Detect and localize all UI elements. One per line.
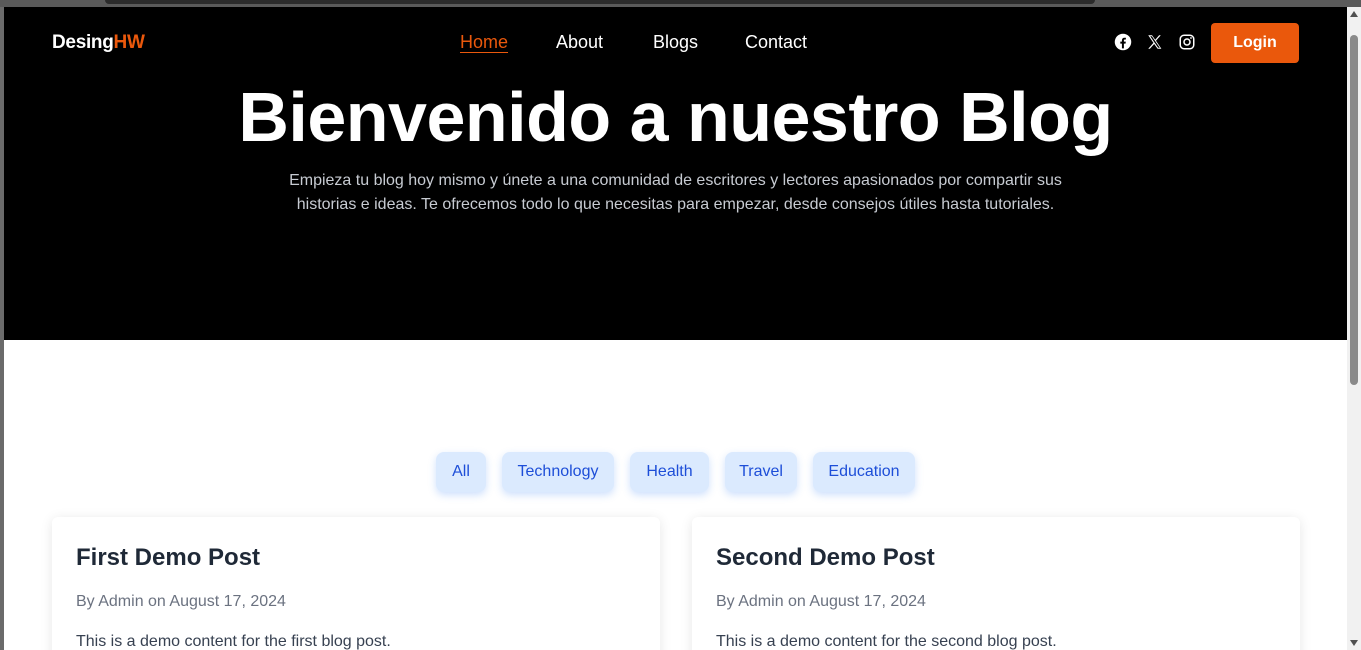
post-card[interactable]: First Demo Post By Admin on August 17, 2… — [52, 517, 660, 650]
hero-title: Bienvenido a nuestro Blog — [238, 78, 1113, 156]
filter-health-button[interactable]: Health — [630, 452, 709, 492]
nav-contact[interactable]: Contact — [745, 32, 807, 53]
post-card[interactable]: Second Demo Post By Admin on August 17, … — [692, 517, 1300, 650]
hero-section: DesingHW Home About Blogs Contact Login … — [4, 7, 1347, 340]
nav-blogs[interactable]: Blogs — [653, 32, 698, 53]
scroll-up-arrow-icon[interactable] — [1350, 11, 1358, 17]
post-excerpt: This is a demo content for the second bl… — [716, 633, 1057, 650]
category-filters: All Technology Health Travel Education — [4, 452, 1347, 492]
scroll-down-arrow-icon[interactable] — [1350, 640, 1358, 646]
filter-education-button[interactable]: Education — [813, 452, 915, 492]
browser-top-strip — [0, 0, 1361, 7]
facebook-icon[interactable] — [1114, 33, 1132, 51]
filter-all-button[interactable]: All — [436, 452, 486, 492]
filter-travel-button[interactable]: Travel — [725, 452, 797, 492]
logo-accent: HW — [113, 32, 145, 53]
logo-text: Desing — [52, 32, 114, 53]
site-logo[interactable]: DesingHW — [52, 32, 145, 54]
x-twitter-icon[interactable] — [1146, 33, 1164, 51]
vertical-scrollbar[interactable] — [1347, 7, 1361, 650]
page-viewport: DesingHW Home About Blogs Contact Login … — [4, 7, 1347, 650]
scrollbar-thumb[interactable] — [1350, 35, 1358, 385]
post-title[interactable]: First Demo Post — [76, 544, 260, 572]
hero-subtitle: Empieza tu blog hoy mismo y únete a una … — [289, 172, 1062, 213]
post-title[interactable]: Second Demo Post — [716, 544, 935, 572]
post-excerpt: This is a demo content for the first blo… — [76, 633, 391, 650]
nav-home[interactable]: Home — [460, 32, 508, 53]
post-meta: By Admin on August 17, 2024 — [716, 593, 926, 610]
login-button[interactable]: Login — [1211, 23, 1299, 63]
post-meta: By Admin on August 17, 2024 — [76, 593, 286, 610]
filter-technology-button[interactable]: Technology — [502, 452, 614, 492]
browser-tab-bar — [105, 0, 1095, 4]
nav-about[interactable]: About — [556, 32, 603, 53]
instagram-icon[interactable] — [1178, 33, 1196, 51]
